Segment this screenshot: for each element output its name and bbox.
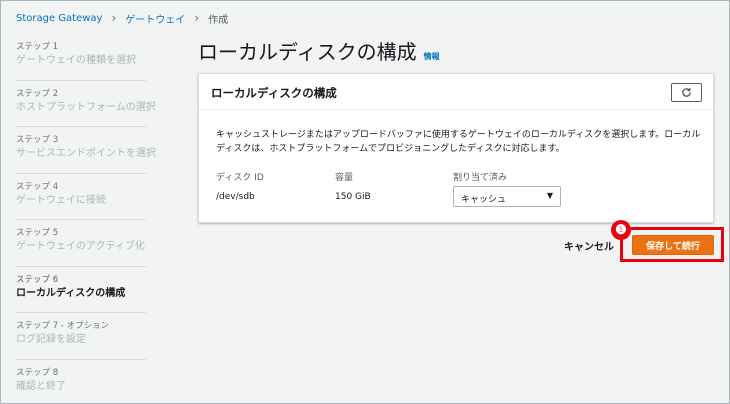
wizard-steps: ステップ 1 ゲートウェイの種類を選択 ステップ 2 ホストプラットフォームの選… (16, 34, 156, 404)
refresh-icon (682, 88, 691, 97)
annotation-marker: ❶ (611, 220, 631, 240)
page-title: ローカルディスクの構成 情報 (198, 36, 440, 65)
breadcrumb-gateways[interactable]: ゲートウェイ (125, 11, 185, 26)
step-title: ホストプラットフォームの選択 (16, 101, 156, 113)
refresh-button[interactable] (671, 83, 702, 102)
step-6-current: ステップ 6 ローカルディスクの構成 (16, 267, 146, 313)
info-link[interactable]: 情報 (424, 51, 440, 62)
step-number: ステップ 5 (16, 228, 59, 238)
panel-header: ローカルディスクの構成 (199, 74, 713, 110)
step-1: ステップ 1 ゲートウェイの種類を選択 (16, 34, 146, 81)
step-2: ステップ 2 ホストプラットフォームの選択 (16, 81, 156, 127)
page-title-text: ローカルディスクの構成 (198, 40, 417, 64)
step-number: ステップ 8 (16, 367, 59, 378)
step-5: ステップ 5 ゲートウェイのアクティブ化 (16, 220, 146, 267)
allocation-select[interactable]: キャッシュ ▼ (453, 186, 561, 207)
column-header-allocated: 割り当て済み (453, 173, 508, 183)
step-title: ログ記録を設定 (16, 334, 86, 345)
step-title: サービスエンドポイントを選択 (16, 148, 156, 159)
step-8: ステップ 8 確認と終了 (16, 360, 146, 404)
step-title: 確認と終了 (16, 380, 66, 392)
disk-id-value: /dev/sdb (216, 192, 255, 202)
step-number: ステップ 6 (16, 274, 59, 285)
chevron-right-icon: › (111, 11, 117, 25)
step-number: ステップ 3 (16, 135, 59, 145)
save-and-continue-button[interactable]: 保存して続行 (632, 235, 714, 255)
step-number: ステップ 1 (16, 42, 59, 52)
step-number: ステップ 7 - オプション (16, 321, 110, 331)
column-header-capacity: 容量 (335, 173, 354, 183)
step-number: ステップ 2 (16, 88, 59, 99)
panel-description: キャッシュストレージまたはアップロードバッファに使用するゲートウェイのローカルデ… (216, 130, 701, 154)
local-disk-panel: ローカルディスクの構成 キャッシュストレージまたはアップロードバッファに使用する… (198, 73, 714, 223)
breadcrumb-storage-gateway[interactable]: Storage Gateway (16, 13, 102, 24)
allocation-select-value: キャッシュ (461, 195, 507, 205)
step-title: ゲートウェイに接続 (16, 194, 106, 206)
cancel-button[interactable]: キャンセル (564, 238, 614, 253)
capacity-value: 150 GiB (335, 192, 371, 202)
breadcrumb-current: 作成 (208, 14, 229, 26)
step-number: ステップ 4 (16, 181, 59, 192)
step-4: ステップ 4 ゲートウェイに接続 (16, 174, 146, 220)
step-title: ローカルディスクの構成 (16, 287, 126, 299)
step-title: ゲートウェイの種類を選択 (16, 55, 136, 66)
caret-down-icon: ▼ (546, 191, 553, 200)
step-7: ステップ 7 - オプション ログ記録を設定 (16, 313, 146, 360)
breadcrumb: Storage Gateway › ゲートウェイ › 作成 (16, 10, 228, 26)
step-3: ステップ 3 サービスエンドポイントを選択 (16, 127, 156, 174)
chevron-right-icon: › (194, 11, 200, 25)
column-header-disk-id: ディスク ID (216, 173, 264, 183)
step-title: ゲートウェイのアクティブ化 (16, 241, 145, 252)
panel-title: ローカルディスクの構成 (211, 86, 337, 100)
